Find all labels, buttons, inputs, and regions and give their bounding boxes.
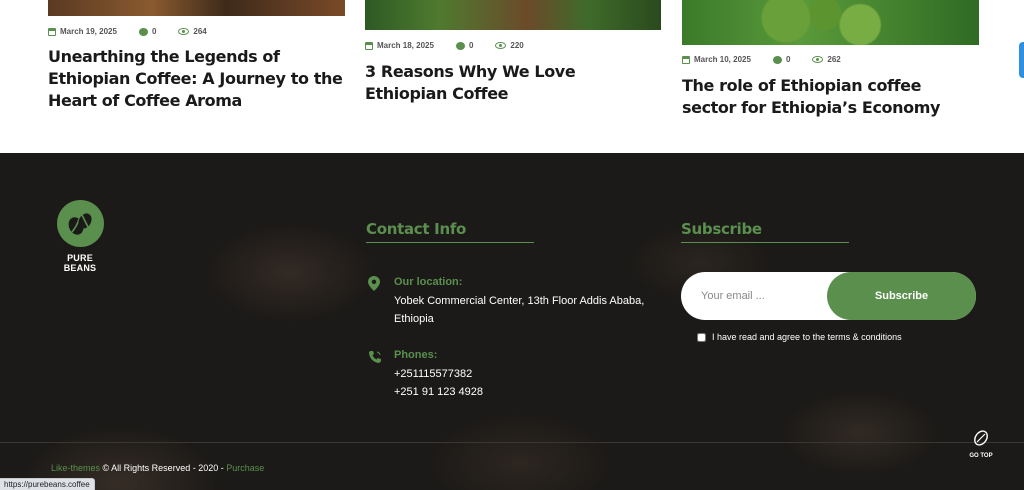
copyright-text: Like-themes © All Rights Reserved - 2020… bbox=[51, 463, 264, 473]
comment-icon bbox=[138, 27, 148, 36]
post-card: March 10, 2025 0 262 The role of Ethiopi… bbox=[682, 0, 979, 125]
post-comments: 0 bbox=[151, 27, 157, 36]
comment-icon bbox=[455, 41, 465, 50]
contact-heading-underline bbox=[366, 242, 534, 243]
site-footer: PURE BEANS Contact Info Our location: Yo… bbox=[0, 153, 1024, 490]
phone-number-2[interactable]: +251 91 123 4928 bbox=[394, 386, 483, 398]
side-feedback-tab[interactable] bbox=[1019, 42, 1024, 78]
post-views: 220 bbox=[510, 41, 524, 50]
post-image[interactable] bbox=[682, 0, 979, 45]
logo-name: PURE BEANS bbox=[63, 253, 97, 273]
post-meta: March 10, 2025 0 262 bbox=[682, 55, 863, 64]
post-image[interactable] bbox=[48, 0, 345, 16]
phone-number-1[interactable]: +251115577382 bbox=[394, 368, 472, 380]
post-meta: March 19, 2025 0 264 bbox=[48, 27, 229, 36]
copyright-notice: © All Rights Reserved - 2020 - bbox=[100, 463, 227, 473]
post-title[interactable]: The role of Ethiopian coffee sector for … bbox=[682, 75, 979, 119]
post-title[interactable]: Unearthing the Legends of Ethiopian Coff… bbox=[48, 46, 345, 112]
calendar-icon bbox=[682, 55, 690, 64]
post-image[interactable] bbox=[365, 0, 661, 30]
subscribe-heading-underline bbox=[681, 242, 849, 243]
comment-icon bbox=[772, 55, 782, 64]
post-card: March 18, 2025 0 220 3 Reasons Why We Lo… bbox=[365, 0, 661, 120]
footer-logo[interactable]: PURE BEANS bbox=[50, 200, 110, 273]
post-comments: 0 bbox=[785, 55, 791, 64]
subscribe-form: Subscribe bbox=[681, 272, 976, 320]
coffee-bean-icon bbox=[56, 200, 104, 247]
post-date: March 19, 2025 bbox=[60, 27, 117, 36]
footer-divider bbox=[0, 442, 1024, 443]
terms-label: I have read and agree to the terms & con… bbox=[712, 332, 902, 342]
eye-icon bbox=[812, 56, 824, 63]
post-comments: 0 bbox=[468, 41, 474, 50]
eye-icon bbox=[495, 42, 507, 49]
calendar-icon bbox=[48, 27, 56, 36]
map-pin-icon bbox=[368, 276, 380, 295]
post-card: March 19, 2025 0 264 Unearthing the Lege… bbox=[48, 0, 345, 120]
like-themes-link[interactable]: Like-themes bbox=[51, 463, 100, 473]
subscribe-heading: Subscribe bbox=[681, 220, 762, 238]
post-views: 262 bbox=[827, 55, 841, 64]
eye-icon bbox=[178, 28, 190, 35]
coffee-bean-outline-icon bbox=[972, 430, 990, 451]
address-line-2: Ethiopia bbox=[394, 313, 434, 325]
post-title[interactable]: 3 Reasons Why We Love Ethiopian Coffee bbox=[365, 61, 661, 105]
post-date: March 18, 2025 bbox=[377, 41, 434, 50]
terms-agreement[interactable]: I have read and agree to the terms & con… bbox=[697, 332, 902, 342]
status-bar-url: https://purebeans.coffee bbox=[0, 478, 95, 490]
go-top-button[interactable]: GO TOP bbox=[962, 429, 1000, 459]
phone-icon bbox=[368, 349, 382, 368]
contact-info-heading: Contact Info bbox=[366, 220, 467, 238]
go-top-label: GO TOP bbox=[969, 453, 993, 459]
post-meta: March 18, 2025 0 220 bbox=[365, 41, 546, 50]
post-views: 264 bbox=[193, 27, 207, 36]
subscribe-button[interactable]: Subscribe bbox=[827, 272, 976, 320]
terms-checkbox[interactable] bbox=[697, 332, 706, 342]
phones-label: Phones: bbox=[394, 349, 438, 361]
calendar-icon bbox=[365, 41, 373, 50]
blog-section: March 19, 2025 0 264 Unearthing the Lege… bbox=[0, 0, 1024, 153]
address-line-1: Yobek Commercial Center, 13th Floor Addi… bbox=[394, 295, 645, 307]
purchase-link[interactable]: Purchase bbox=[226, 463, 264, 473]
location-label: Our location: bbox=[394, 276, 463, 288]
post-date: March 10, 2025 bbox=[694, 55, 751, 64]
email-input[interactable] bbox=[701, 272, 821, 320]
